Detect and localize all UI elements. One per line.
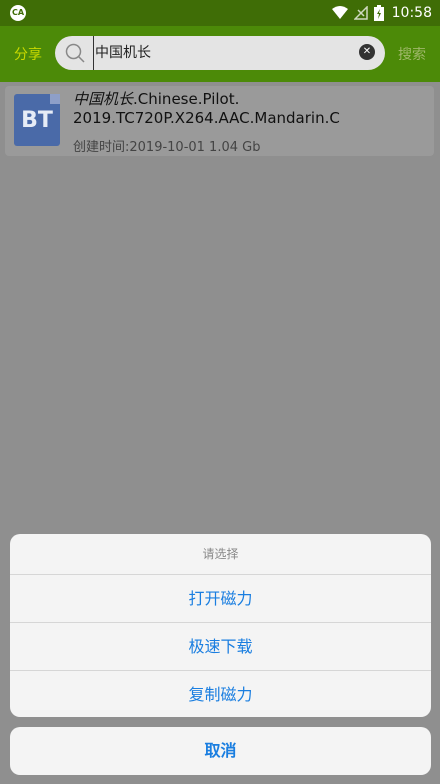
status-indicators: 10:58: [331, 3, 432, 23]
result-title: 中国机长.Chinese.Pilot. 2019.TC720P.X264.AAC…: [73, 90, 428, 128]
signal-icon: [353, 6, 368, 20]
status-time: 10:58: [391, 5, 432, 21]
fast-download-button[interactable]: 极速下载: [10, 623, 431, 671]
clear-search-icon[interactable]: ✕: [359, 44, 375, 60]
share-button[interactable]: 分享: [14, 44, 42, 64]
search-icon: [65, 43, 85, 67]
open-magnet-button[interactable]: 打开磁力: [10, 575, 431, 623]
search-button[interactable]: 搜索: [398, 44, 426, 64]
battery-charging-icon: [373, 5, 384, 21]
action-sheet: 请选择 打开磁力 极速下载 复制磁力: [10, 534, 431, 717]
copy-magnet-button[interactable]: 复制磁力: [10, 671, 431, 717]
bt-file-icon: BT: [14, 94, 60, 146]
search-input[interactable]: 中国机长: [93, 36, 151, 70]
app-badge-icon: CA: [10, 5, 26, 21]
result-meta: 创建时间:2019-10-01 1.04 Gb: [73, 140, 261, 155]
search-header: 分享 中国机长 ✕ 搜索: [0, 26, 440, 82]
cancel-button[interactable]: 取消: [10, 727, 431, 775]
result-item[interactable]: BT 中国机长.Chinese.Pilot. 2019.TC720P.X264.…: [5, 86, 434, 156]
result-title-highlight: 中国机长: [73, 90, 134, 108]
status-bar: CA 10:58: [0, 0, 440, 26]
search-box[interactable]: 中国机长 ✕: [55, 36, 385, 70]
wifi-icon: [331, 6, 348, 20]
action-sheet-title: 请选择: [10, 534, 431, 575]
